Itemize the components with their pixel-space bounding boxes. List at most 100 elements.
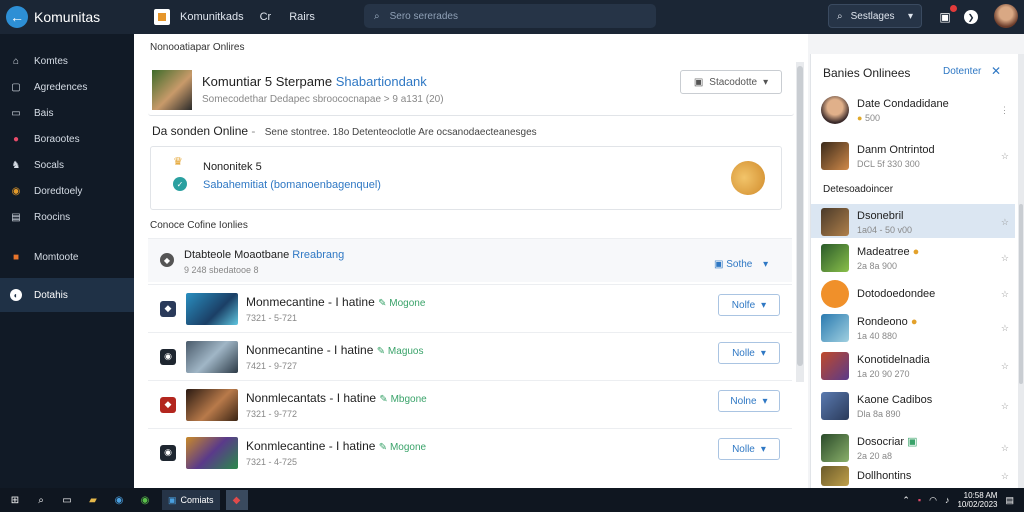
tab-rairs[interactable]: Rairs [289,11,315,23]
search-icon[interactable]: ⌕ [34,493,48,507]
task-view-icon[interactable]: ▭ [60,493,74,507]
game-app-icon[interactable]: ◆ [225,490,248,510]
sidebar-item-boraootes[interactable]: ● Boraootes [0,126,134,152]
friend-avatar [821,96,849,124]
friend-item[interactable]: Konotidelnadia 1a 20 90 270 ☆ [821,346,1017,386]
star-icon[interactable]: ☆ [1001,443,1009,454]
main-scrollbar[interactable] [796,62,804,382]
main-panel: Nonooatiapar Onlires Komuntiar 5 Sterpam… [134,34,808,488]
friend-name: Date Condadidane [857,97,949,110]
tab-cr[interactable]: Cr [260,11,272,23]
windows-start-icon[interactable]: ⊞ [8,493,22,507]
crown-icon: ♛ [173,156,183,168]
star-icon[interactable]: ☆ [1001,253,1009,264]
chevron-up-icon[interactable]: ⌃ [902,495,910,506]
list-item[interactable]: ◆ Monmecantine - I hatine ✎ Mogone 7321 … [148,284,792,332]
more-icon[interactable]: ⋮ [1000,105,1009,116]
sidebar-item-label: Socals [34,159,65,171]
taskbar-app[interactable]: ▣ Comiats [162,490,220,510]
profile-dropdown[interactable]: ▣ Stacodotte ▾ [680,70,782,94]
list-item-tag: Maguos [387,345,424,357]
friend-status: Dla 8a 890 [857,408,901,419]
friend-item[interactable]: Kaone Cadibos Dla 8a 890 ☆ [821,386,1017,426]
star-icon[interactable]: ☆ [1001,151,1009,162]
star-icon[interactable]: ☆ [1001,217,1009,228]
friend-item[interactable]: Date Condadidane ● 500 ⋮ [821,90,1017,130]
folder-icon[interactable]: ▰ [86,493,100,507]
star-icon[interactable]: ☆ [1001,401,1009,412]
row-action-button[interactable]: Nolne ▾ [718,390,780,412]
friends-section-title: Detesoadoincer [823,184,894,195]
system-tray: ⌃ ▪ ◠ ♪ 10:58 AM 10/02/2023 ▤ [902,491,1024,509]
star-icon[interactable]: ☆ [1001,323,1009,334]
volume-icon[interactable]: ♪ [945,495,950,505]
browser-icon[interactable]: ◉ [112,493,126,507]
chrome-icon[interactable]: ◉ [138,493,152,507]
settings-dropdown-label: Sestlages [850,10,895,22]
list-header-link[interactable]: Rreabrang [292,249,344,261]
sidebar-item-agredences[interactable]: ▢ Agredences [0,74,134,100]
sidebar-item-dotahis[interactable]: ◐ Dotahis [0,278,134,312]
sidebar-item-bais[interactable]: ▭ Bais [0,100,134,126]
star-icon[interactable]: ☆ [1001,361,1009,372]
list-item[interactable]: ◆ Nonmlecantats - I hatine ✎ Mbgone 7321… [148,380,792,428]
friend-item[interactable]: Dollhontins ☆ [821,464,1017,488]
friends-scrollbar[interactable] [1018,54,1024,488]
friend-item[interactable]: Danm Ontrintod DCL 5f 330 300 ☆ [821,136,1017,176]
online-title: Da sonden Online [152,124,249,138]
friend-item[interactable]: Rondeono ● 1a 40 880 ☆ [821,308,1017,348]
settings-dropdown[interactable]: ⌕ Sestlages ▾ [828,4,922,28]
close-icon[interactable]: ✕ [991,64,1001,78]
notification-icon[interactable]: ▤ [1005,495,1014,506]
sidebar-item-socals[interactable]: ♞ Socals [0,152,134,178]
friends-link[interactable]: Dotenter [943,66,981,77]
row-action-button[interactable]: Nolle ▾ [718,438,780,460]
list-item-title: Monmecantine - I hatine [246,294,375,309]
sidebar: ⌂ Komtes ▢ Agredences ▭ Bais ● Boraootes ♞ So… [0,34,134,488]
back-icon[interactable]: ← [6,6,28,28]
sidebar-item-doredtoely[interactable]: ◉ Doredtoely [0,178,134,204]
friend-item[interactable]: Dsonebril 1a04 - 50 v00 ☆ [821,202,1017,242]
notice-card: ♛ ✓ Nononitek 5 Sabahemitiat (bomanoenba… [150,146,782,210]
clock[interactable]: 10:58 AM 10/02/2023 [957,491,997,509]
star-icon[interactable]: ☆ [1001,471,1009,482]
friend-status: 2a 8a 900 [857,260,898,271]
list-item-text: Nonmlecantats - I hatine ✎ Mbgone 7321 -… [246,390,427,419]
list-item[interactable]: ◉ Nonmecantine - I hatine ✎ Maguos 7421 … [148,332,792,380]
network-icon[interactable]: ◠ [929,495,937,506]
notice-link[interactable]: Sabahemitiat (bomanoenbagenquel) [203,179,381,191]
friend-item[interactable]: Dosocriar ▣ 2a 20 a8 ☆ [821,428,1017,468]
sidebar-item-home[interactable]: ⌂ Komtes [0,48,134,74]
flag-icon[interactable]: ▪ [918,495,921,505]
row-action-button[interactable]: Nolle ▾ [718,342,780,364]
user-avatar[interactable] [994,4,1018,28]
sidebar-item-roocins[interactable]: ▤ Roocins [0,204,134,230]
profile-avatar[interactable] [152,70,192,110]
friend-name: Dotodoedondee [857,288,936,300]
profile-name-link[interactable]: Shabartiondank [336,74,427,89]
row-action-label: Nolfe [731,299,756,311]
friend-name: Kaone Cadibos [857,393,933,406]
help-icon[interactable]: ❯ [964,10,978,24]
list-header-line: Dtabteole Moaotbane Rreabrang [184,249,344,261]
sidebar-item-momtoote[interactable]: ■ Momtoote [0,244,134,270]
friend-name: Madeatree [857,245,910,258]
friend-name: Dollhontins [857,470,912,482]
search-input[interactable]: ⌕ Sero sererades [364,4,656,28]
star-icon[interactable]: ☆ [1001,289,1009,300]
notice-title: Nononitek 5 [203,161,262,173]
list-item[interactable]: ◉ Konmlecantine - I hatine ✎ Mogone 7321… [148,428,792,476]
list-header-action[interactable]: ▣ Sothe ▾ [714,259,768,270]
friend-item[interactable]: Madeatree ● 2a 8a 900 ☆ [821,238,1017,278]
list-item-title: Nonmlecantats - I hatine [246,390,377,405]
square-icon: ▢ [11,81,21,93]
page-title: Nonooatiapar Onlires [150,42,245,53]
coin-icon: ● [857,112,863,123]
friend-avatar [821,280,849,308]
search-placeholder: Sero sererades [389,10,458,22]
brand-label[interactable]: Komunitkads [180,11,244,23]
gamepad-icon: ◉ [11,185,21,197]
row-action-button[interactable]: Nolfe ▾ [718,294,780,316]
info-icon: ✓ [173,177,187,191]
friend-status: 1a04 - 50 v00 [857,224,913,235]
